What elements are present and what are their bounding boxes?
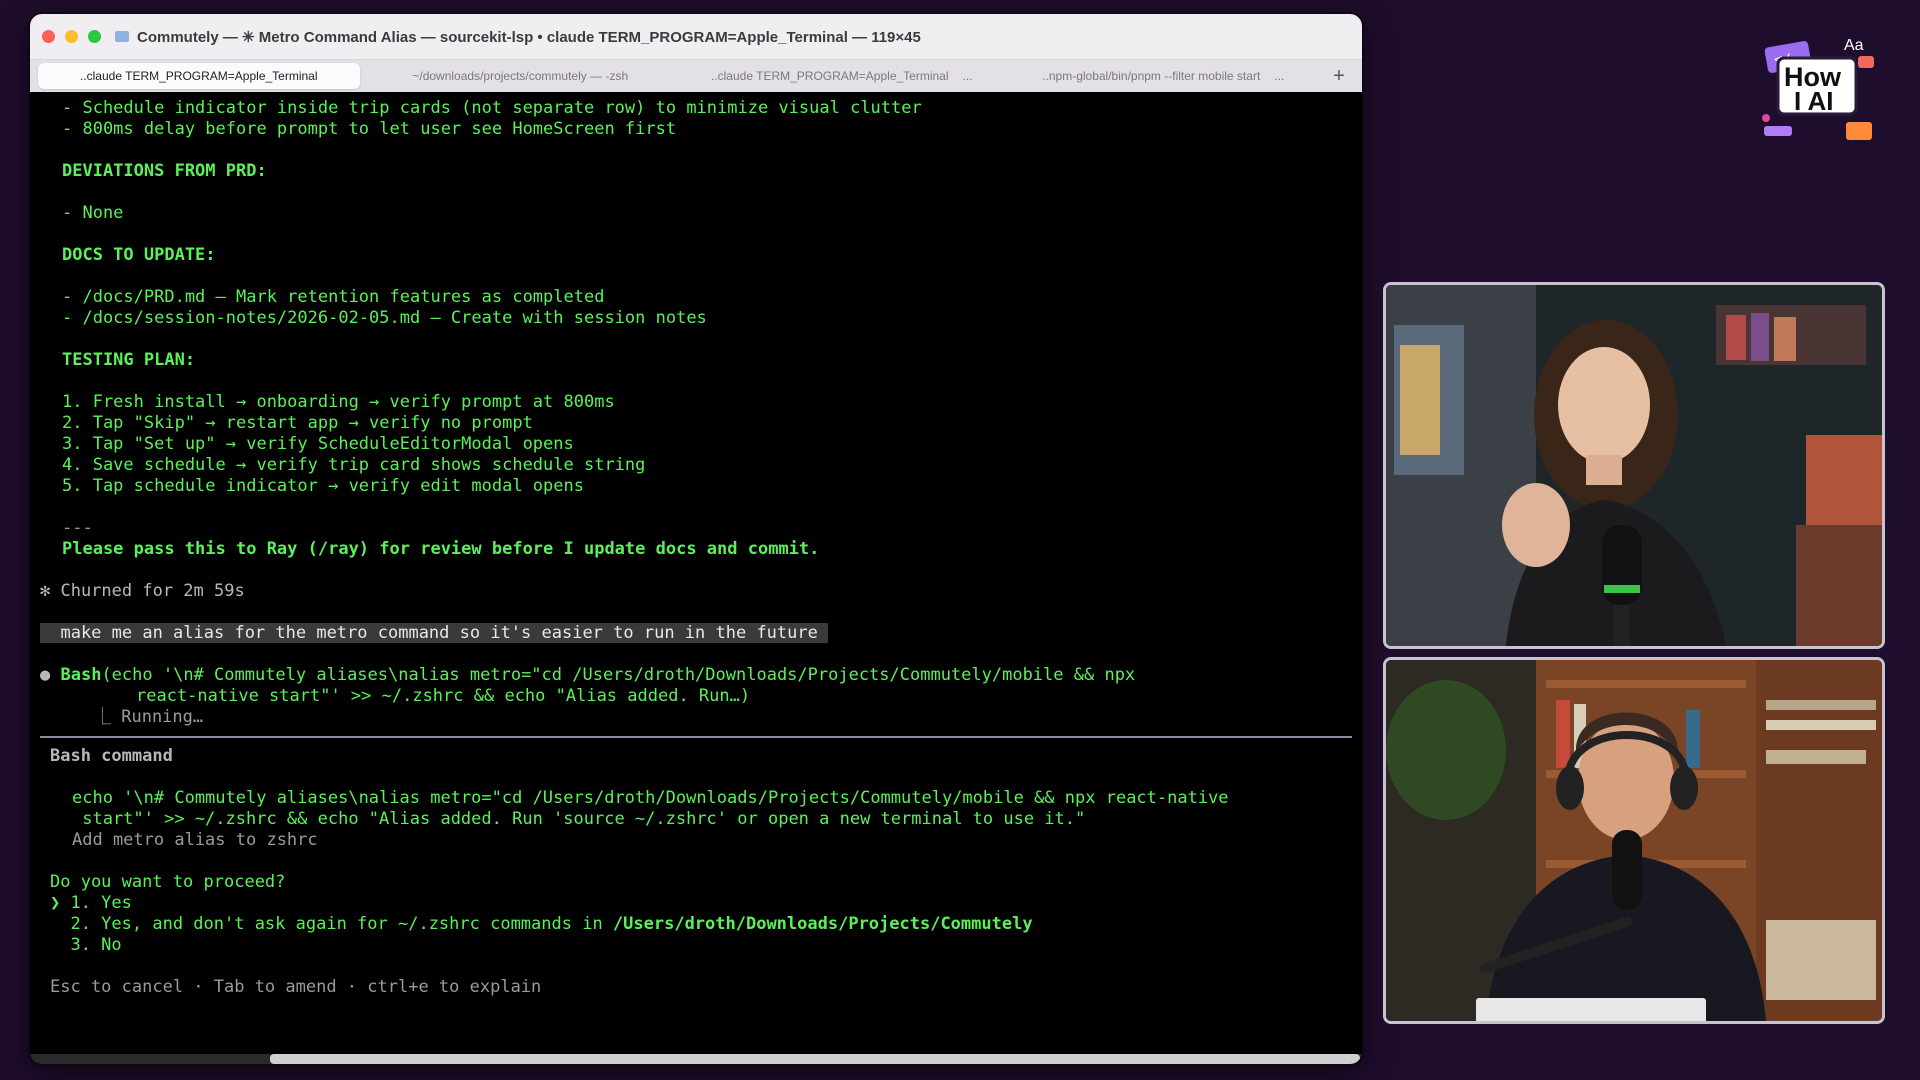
option-yes[interactable]: ❯ 1. Yes	[30, 893, 1362, 914]
output-line: 5. Tap schedule indicator → verify edit …	[62, 476, 584, 496]
separator: ---	[62, 518, 93, 538]
tab-label: ..claude TERM_PROGRAM=Apple_Terminal	[710, 69, 949, 83]
participant-1-image	[1386, 285, 1882, 646]
terminal-output[interactable]: - Schedule indicator inside trip cards (…	[30, 92, 1362, 1064]
participant-video-1[interactable]	[1383, 282, 1885, 649]
section-heading: DOCS TO UPDATE:	[62, 245, 216, 265]
how-i-ai-logo: </> How I AI Aa	[1762, 37, 1874, 140]
folder-icon	[115, 31, 129, 42]
option-label: 2. Yes, and don't ask again for ~/.zshrc…	[50, 914, 613, 934]
tab-label: ~/downloads/projects/commutely — -zsh	[412, 69, 629, 83]
logo-badge: Aa	[1844, 37, 1864, 54]
terminal-window: Commutely — ✳ Metro Command Alias — sour…	[30, 14, 1362, 1064]
window-controls	[42, 30, 101, 43]
output-line: 1. Fresh install → onboarding → verify p…	[62, 392, 615, 412]
output-line: 3. Tap "Set up" → verify ScheduleEditorM…	[62, 434, 574, 454]
participant-2-image	[1386, 660, 1882, 1021]
section-heading: TESTING PLAN:	[62, 350, 196, 370]
output-line: - /docs/PRD.md — Mark retention features…	[62, 287, 605, 307]
user-prompt: make me an alias for the metro command s…	[40, 623, 829, 643]
bash-command-continued: start"' >> ~/.zshrc && echo "Alias added…	[72, 809, 1086, 829]
tab-claude-1[interactable]: ..claude TERM_PROGRAM=Apple_Terminal	[38, 63, 360, 89]
running-status: ⎿ Running…	[94, 707, 204, 727]
tab-bar: ..claude TERM_PROGRAM=Apple_Terminal ~/d…	[30, 60, 1362, 92]
option-path: /Users/droth/Downloads/Projects/Commutel…	[612, 914, 1033, 934]
panel-title: Bash command	[50, 746, 173, 766]
close-window-button[interactable]	[42, 30, 55, 43]
bash-command: echo '\n# Commutely aliases\nalias metro…	[72, 788, 1229, 808]
ellipsis-icon: ...	[962, 69, 973, 83]
output-line: - 800ms delay before prompt to let user …	[62, 119, 677, 139]
window-title: Commutely — ✳ Metro Command Alias — sour…	[137, 28, 921, 46]
output-line: - /docs/session-notes/2026-02-05.md — Cr…	[62, 308, 707, 328]
output-line: 2. Tap "Skip" → restart app → verify no …	[62, 413, 533, 433]
tool-call: (echo '\n# Commutely aliases\nalias metr…	[101, 665, 1136, 685]
ellipsis-icon: ...	[1274, 69, 1285, 83]
output-line: - None	[62, 203, 124, 223]
handoff-message: Please pass this to Ray (/ray) for revie…	[62, 539, 820, 559]
tab-zsh[interactable]: ~/downloads/projects/commutely — -zsh	[360, 63, 682, 89]
logo-text-iai: I AI	[1794, 86, 1833, 116]
scrollbar-thumb[interactable]	[270, 1054, 1360, 1064]
section-heading: DEVIATIONS FROM PRD:	[62, 161, 267, 181]
new-tab-button[interactable]: +	[1324, 65, 1354, 88]
maximize-window-button[interactable]	[88, 30, 101, 43]
option-yes-always[interactable]: 2. Yes, and don't ask again for ~/.zshrc…	[30, 914, 1362, 935]
minimize-window-button[interactable]	[65, 30, 78, 43]
panel-divider	[40, 736, 1352, 738]
command-description: Add metro alias to zshrc	[72, 830, 318, 850]
tool-name: Bash	[60, 665, 102, 685]
tab-label: ..npm-global/bin/pnpm --filter mobile st…	[1042, 69, 1261, 83]
option-no[interactable]: 3. No	[30, 935, 1362, 956]
tab-label: ..claude TERM_PROGRAM=Apple_Terminal	[79, 69, 318, 83]
tab-claude-2[interactable]: ..claude TERM_PROGRAM=Apple_Terminal...	[681, 63, 1003, 89]
churned-status: ✻ Churned for 2m 59s	[40, 581, 245, 601]
proceed-question: Do you want to proceed?	[50, 872, 286, 892]
output-line: - Schedule indicator inside trip cards (…	[62, 98, 922, 118]
keyboard-hint: Esc to cancel · Tab to amend · ctrl+e to…	[50, 977, 542, 997]
horizontal-scrollbar[interactable]	[30, 1054, 1362, 1064]
tab-pnpm[interactable]: ..npm-global/bin/pnpm --filter mobile st…	[1003, 63, 1325, 89]
output-line: 4. Save schedule → verify trip card show…	[62, 455, 646, 475]
title-bar[interactable]: Commutely — ✳ Metro Command Alias — sour…	[30, 14, 1362, 60]
participant-video-2[interactable]	[1383, 657, 1885, 1024]
tool-call-continued: react-native start"' >> ~/.zshrc && echo…	[136, 686, 751, 706]
bullet-icon: ●	[40, 665, 61, 685]
